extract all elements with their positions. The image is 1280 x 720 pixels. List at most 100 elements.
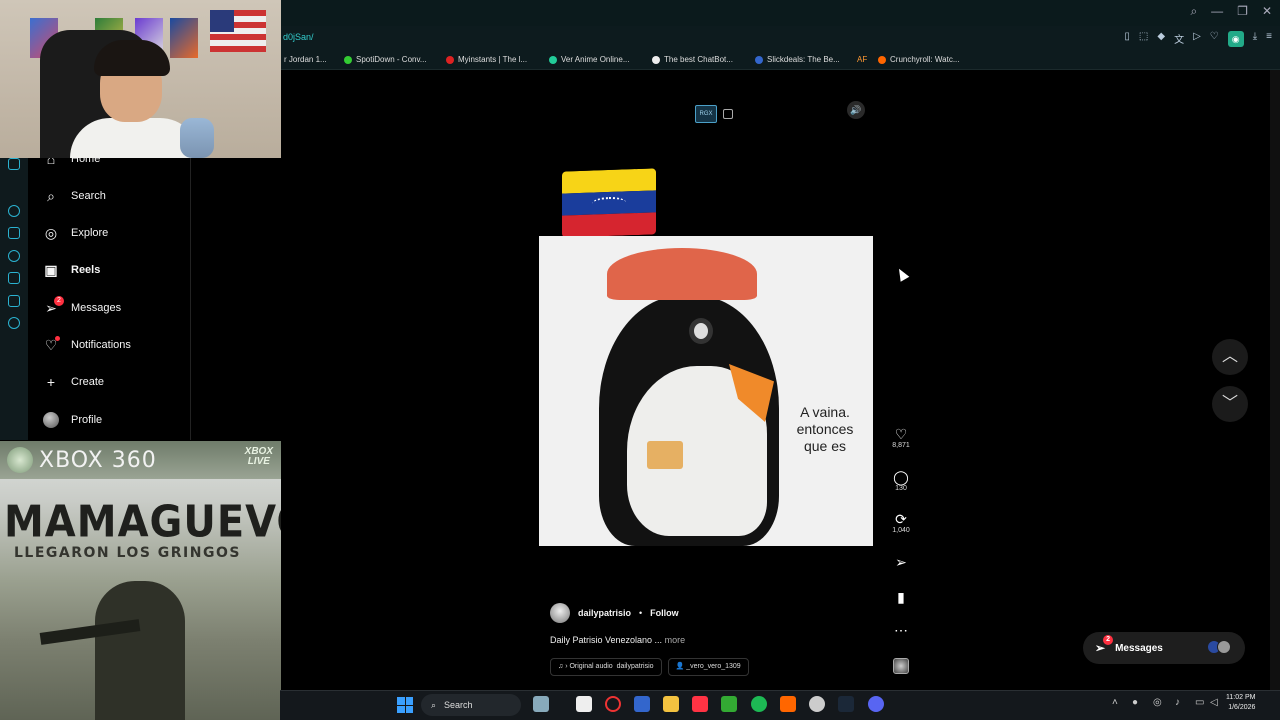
save-button[interactable]: ▮	[890, 589, 912, 605]
spotify-icon[interactable]	[751, 696, 767, 712]
display-icon[interactable]: ▭	[1195, 697, 1204, 708]
bookmark-icon[interactable]: ▯	[1124, 31, 1130, 47]
pin-icon[interactable]	[8, 227, 20, 239]
bookmark-item[interactable]: Crunchyroll: Watc...	[878, 55, 960, 64]
bookmark-item[interactable]: The best ChatBot...	[652, 55, 733, 64]
heart-icon[interactable]: ♡	[1210, 31, 1219, 47]
file-icon[interactable]	[576, 696, 592, 712]
chevron-up-icon[interactable]: ˄	[1112, 697, 1118, 708]
previous-reel-button[interactable]: ︿	[1212, 339, 1248, 375]
speaker-icon[interactable]: ◁	[1210, 697, 1218, 708]
download-icon[interactable]	[8, 272, 20, 284]
more-options-button[interactable]: ⋯	[890, 622, 912, 638]
circle-icon[interactable]	[8, 205, 20, 217]
soldier-figure	[95, 581, 185, 720]
scrollbar[interactable]	[1270, 70, 1280, 690]
taskbar-search[interactable]: ⌕ Search	[421, 694, 521, 716]
comment-icon: ◯	[893, 469, 909, 485]
more-link[interactable]: more	[665, 635, 686, 645]
follow-button[interactable]: Follow	[650, 608, 679, 618]
microphone-icon[interactable]: ♪	[1175, 697, 1180, 708]
sidebar-item-label: Notifications	[71, 339, 131, 351]
audio-thumbnail[interactable]	[893, 658, 909, 674]
bookmark-item[interactable]: Myinstants | The l...	[446, 55, 527, 64]
window-controls: ⌕ — ❐ ✕	[1190, 4, 1272, 19]
cube-icon[interactable]	[8, 295, 20, 307]
reel-extension-badges: RGX	[695, 105, 733, 123]
audio-label: › Original audio	[565, 663, 613, 670]
opera-icon[interactable]	[605, 696, 621, 712]
comment-button[interactable]: ◯ 130	[890, 469, 912, 492]
heart-icon: ♡	[43, 336, 60, 353]
bookmark-item[interactable]: r Jordan 1...	[284, 55, 327, 64]
wall-poster	[170, 18, 198, 58]
app-tray-icon[interactable]: ◎	[1153, 697, 1162, 708]
folder-icon[interactable]	[663, 696, 679, 712]
profile-avatar	[43, 412, 59, 428]
bookmark-item[interactable]: AF	[857, 55, 867, 64]
taskbar-clock[interactable]: 11:02 PM 1/6/2026	[1226, 693, 1255, 713]
bookmark-item[interactable]: Slickdeals: The Be...	[755, 55, 840, 64]
avatar[interactable]	[550, 603, 570, 623]
extension-icon[interactable]: ◉	[1227, 31, 1244, 47]
music-icon[interactable]	[692, 696, 708, 712]
messages-floating-button[interactable]: ➢ 2 Messages	[1083, 632, 1245, 664]
restore-icon[interactable]: ❐	[1237, 4, 1248, 19]
rgx-badge[interactable]: RGX	[695, 105, 717, 123]
minimize-icon[interactable]: —	[1211, 4, 1223, 19]
download-icon[interactable]: ⤓	[1253, 31, 1257, 47]
sidebar-item-notifications[interactable]: ♡ Notifications	[43, 335, 131, 355]
store-icon[interactable]	[634, 696, 650, 712]
discord-icon[interactable]	[868, 696, 884, 712]
sidebar-item-reels[interactable]: ▣ Reels	[43, 260, 100, 280]
crunchyroll-icon[interactable]	[780, 696, 796, 712]
avatar	[1217, 640, 1231, 654]
xbox-icon[interactable]	[721, 696, 737, 712]
sidebar-item-messages[interactable]: ➢ 2 Messages	[43, 296, 121, 318]
close-icon[interactable]: ✕	[1262, 4, 1272, 19]
bookmark-item[interactable]: SpotiDown - Conv...	[344, 55, 427, 64]
menu-icon[interactable]: ≡	[1266, 31, 1272, 47]
reel-video-card[interactable]: RGX 🔊 A vaina. entonces que es dailypatr…	[539, 95, 873, 690]
windows-start-icon[interactable]	[397, 697, 413, 713]
video-frame[interactable]: A vaina. entonces que es	[539, 236, 873, 546]
sidebar-item-label: Create	[71, 376, 105, 388]
chrome-icon[interactable]	[809, 696, 825, 712]
discord-icon[interactable]	[8, 158, 20, 170]
address-bar-icons: ▯ ⬚ ◆ 文 ▷ ♡ ◉ ⤓ ≡	[1124, 31, 1272, 47]
next-reel-button[interactable]: ﹀	[1212, 386, 1248, 422]
share-button[interactable]: ➢	[890, 554, 912, 570]
repost-icon: ⟳	[895, 511, 907, 527]
sidebar-item-explore[interactable]: ◎ Explore	[43, 223, 108, 243]
chevron-up-icon: ︿	[1221, 348, 1238, 365]
sidebar-item-create[interactable]: + Create	[43, 372, 104, 392]
volume-icon[interactable]: 🔊	[847, 101, 865, 119]
notification-badge: 2	[1103, 635, 1114, 645]
app-tray-icon[interactable]: ●	[1132, 697, 1138, 708]
repost-button[interactable]: ⟳ 1,040	[890, 511, 912, 534]
widget-icon[interactable]	[533, 696, 549, 712]
reel-tags: ♫ › Original audio dailypatrisio 👤 _vero…	[550, 658, 749, 676]
like-button[interactable]: ♡ 8,871	[890, 426, 912, 449]
pip-icon[interactable]	[723, 109, 733, 119]
instagram-sidebar: ⌂ Home ⌕ Search ◎ Explore ▣ Reels ➢ 2 Mes…	[28, 151, 191, 440]
gear-icon[interactable]	[8, 317, 20, 329]
bookmark-icon: ▮	[897, 589, 905, 605]
screenshot-icon[interactable]: ⬚	[1139, 31, 1148, 47]
clock-icon[interactable]	[8, 250, 20, 262]
sidebar-item-profile[interactable]: Profile	[43, 410, 102, 430]
reels-icon: ▣	[44, 261, 58, 278]
username[interactable]: dailypatrisio	[578, 608, 631, 618]
tagged-user-pill[interactable]: 👤 _vero_vero_1309	[667, 658, 749, 676]
steam-icon[interactable]	[838, 696, 854, 712]
sidebar-item-search[interactable]: ⌕ Search	[43, 186, 106, 206]
play-icon[interactable]: ▷	[1193, 31, 1201, 47]
translate-icon[interactable]: 文	[1174, 31, 1184, 47]
shield-icon[interactable]: ◆	[1157, 31, 1165, 47]
platform-label: XBOX 360	[39, 447, 157, 473]
audio-pill[interactable]: ♫ › Original audio dailypatrisio	[550, 658, 662, 676]
url-text[interactable]: d0jSan/	[283, 32, 314, 42]
messages-label: Messages	[1115, 642, 1163, 654]
bookmark-item[interactable]: Ver Anime Online...	[549, 55, 629, 64]
search-icon[interactable]: ⌕	[1190, 4, 1197, 19]
